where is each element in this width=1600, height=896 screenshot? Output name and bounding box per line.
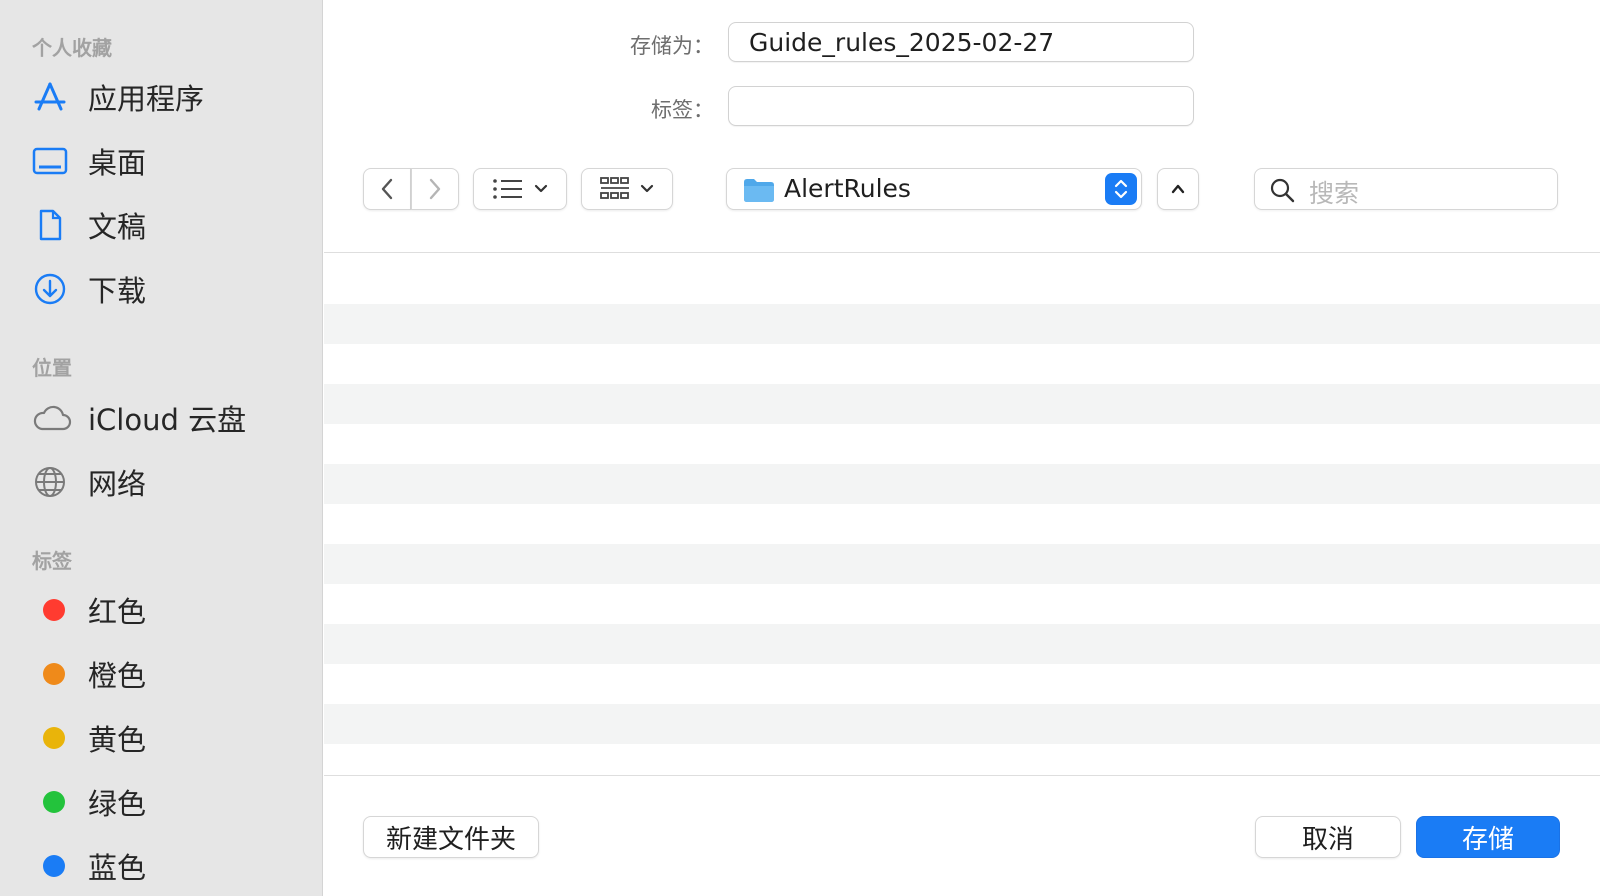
- red-tag-dot: [43, 599, 65, 621]
- cloud-icon: [32, 398, 80, 438]
- tags-section-title: 标签: [32, 549, 72, 573]
- save-button[interactable]: 存储: [1416, 816, 1560, 858]
- save-dialog: 个人收藏 应用程序 桌面 文稿 下载 位置 iCloud 云盘 网络 标签 红色…: [0, 0, 1600, 896]
- location-popup[interactable]: AlertRules: [726, 168, 1142, 210]
- tags-field[interactable]: [728, 86, 1194, 126]
- chevron-left-icon: [379, 177, 395, 201]
- yellow-tag-dot: [43, 727, 65, 749]
- sidebar-item-downloads[interactable]: 下载: [32, 265, 302, 313]
- grid-view-button[interactable]: [581, 168, 673, 210]
- folder-icon: [743, 177, 775, 207]
- sidebar-tag-blue[interactable]: 蓝色: [32, 842, 302, 890]
- sidebar-tag-yellow[interactable]: 黄色: [32, 714, 302, 762]
- current-folder-name: AlertRules: [784, 174, 911, 203]
- grid-view-icon: [600, 176, 630, 202]
- file-list[interactable]: [324, 252, 1600, 776]
- sidebar-item-documents[interactable]: 文稿: [32, 201, 302, 249]
- save-as-value: Guide_rules_2025-02-27: [749, 28, 1055, 57]
- sidebar-item-label: 橙色: [88, 659, 147, 693]
- document-icon: [32, 205, 80, 245]
- sidebar: 个人收藏 应用程序 桌面 文稿 下载 位置 iCloud 云盘 网络 标签 红色…: [0, 0, 323, 896]
- new-folder-button[interactable]: 新建文件夹: [363, 816, 539, 858]
- app-store-icon: [32, 77, 80, 117]
- tags-label: 标签：: [651, 98, 714, 122]
- list-row-stripe: [324, 704, 1600, 744]
- save-as-field[interactable]: Guide_rules_2025-02-27: [728, 22, 1194, 62]
- sidebar-tag-green[interactable]: 绿色: [32, 778, 302, 826]
- sidebar-item-label: 应用程序: [88, 82, 205, 116]
- sidebar-item-applications[interactable]: 应用程序: [32, 73, 302, 121]
- chevron-down-icon: [640, 184, 654, 194]
- sidebar-item-label: 网络: [88, 467, 147, 501]
- sidebar-item-network[interactable]: 网络: [32, 458, 302, 506]
- list-row-stripe: [324, 624, 1600, 664]
- save-as-label: 存储为：: [630, 34, 714, 58]
- list-view-icon: [492, 178, 524, 200]
- sidebar-item-label: 桌面: [88, 146, 147, 180]
- sidebar-item-label: iCloud 云盘: [88, 403, 247, 437]
- sidebar-item-desktop[interactable]: 桌面: [32, 137, 302, 185]
- sidebar-item-label: 黄色: [88, 723, 147, 757]
- sidebar-item-label: 下载: [88, 274, 147, 308]
- chevron-right-icon: [427, 177, 443, 201]
- globe-icon: [32, 462, 80, 502]
- sidebar-item-label: 绿色: [88, 787, 147, 821]
- list-row-stripe: [324, 544, 1600, 584]
- chevron-up-icon: [1170, 183, 1186, 195]
- download-icon: [32, 269, 80, 309]
- search-placeholder: 搜索: [1309, 179, 1360, 208]
- up-down-chevron-icon: [1105, 173, 1137, 205]
- sidebar-tag-red[interactable]: 红色: [32, 586, 302, 634]
- favorites-section-title: 个人收藏: [32, 36, 112, 60]
- search-icon: [1269, 177, 1295, 207]
- cancel-button[interactable]: 取消: [1255, 816, 1401, 858]
- desktop-icon: [32, 141, 80, 181]
- blue-tag-dot: [43, 855, 65, 877]
- locations-section-title: 位置: [32, 356, 72, 380]
- orange-tag-dot: [43, 663, 65, 685]
- search-field[interactable]: 搜索: [1254, 168, 1558, 210]
- sidebar-tag-orange[interactable]: 橙色: [32, 650, 302, 698]
- list-row-stripe: [324, 384, 1600, 424]
- chevron-down-icon: [534, 184, 548, 194]
- sidebar-item-label: 红色: [88, 595, 147, 629]
- expand-collapse-button[interactable]: [1157, 168, 1199, 210]
- list-row-stripe: [324, 464, 1600, 504]
- back-button[interactable]: [363, 168, 411, 210]
- green-tag-dot: [43, 791, 65, 813]
- sidebar-item-icloud[interactable]: iCloud 云盘: [32, 394, 302, 442]
- list-row-stripe: [324, 304, 1600, 344]
- list-view-button[interactable]: [473, 168, 567, 210]
- sidebar-item-label: 蓝色: [88, 851, 147, 885]
- forward-button[interactable]: [411, 168, 459, 210]
- sidebar-item-label: 文稿: [88, 210, 147, 244]
